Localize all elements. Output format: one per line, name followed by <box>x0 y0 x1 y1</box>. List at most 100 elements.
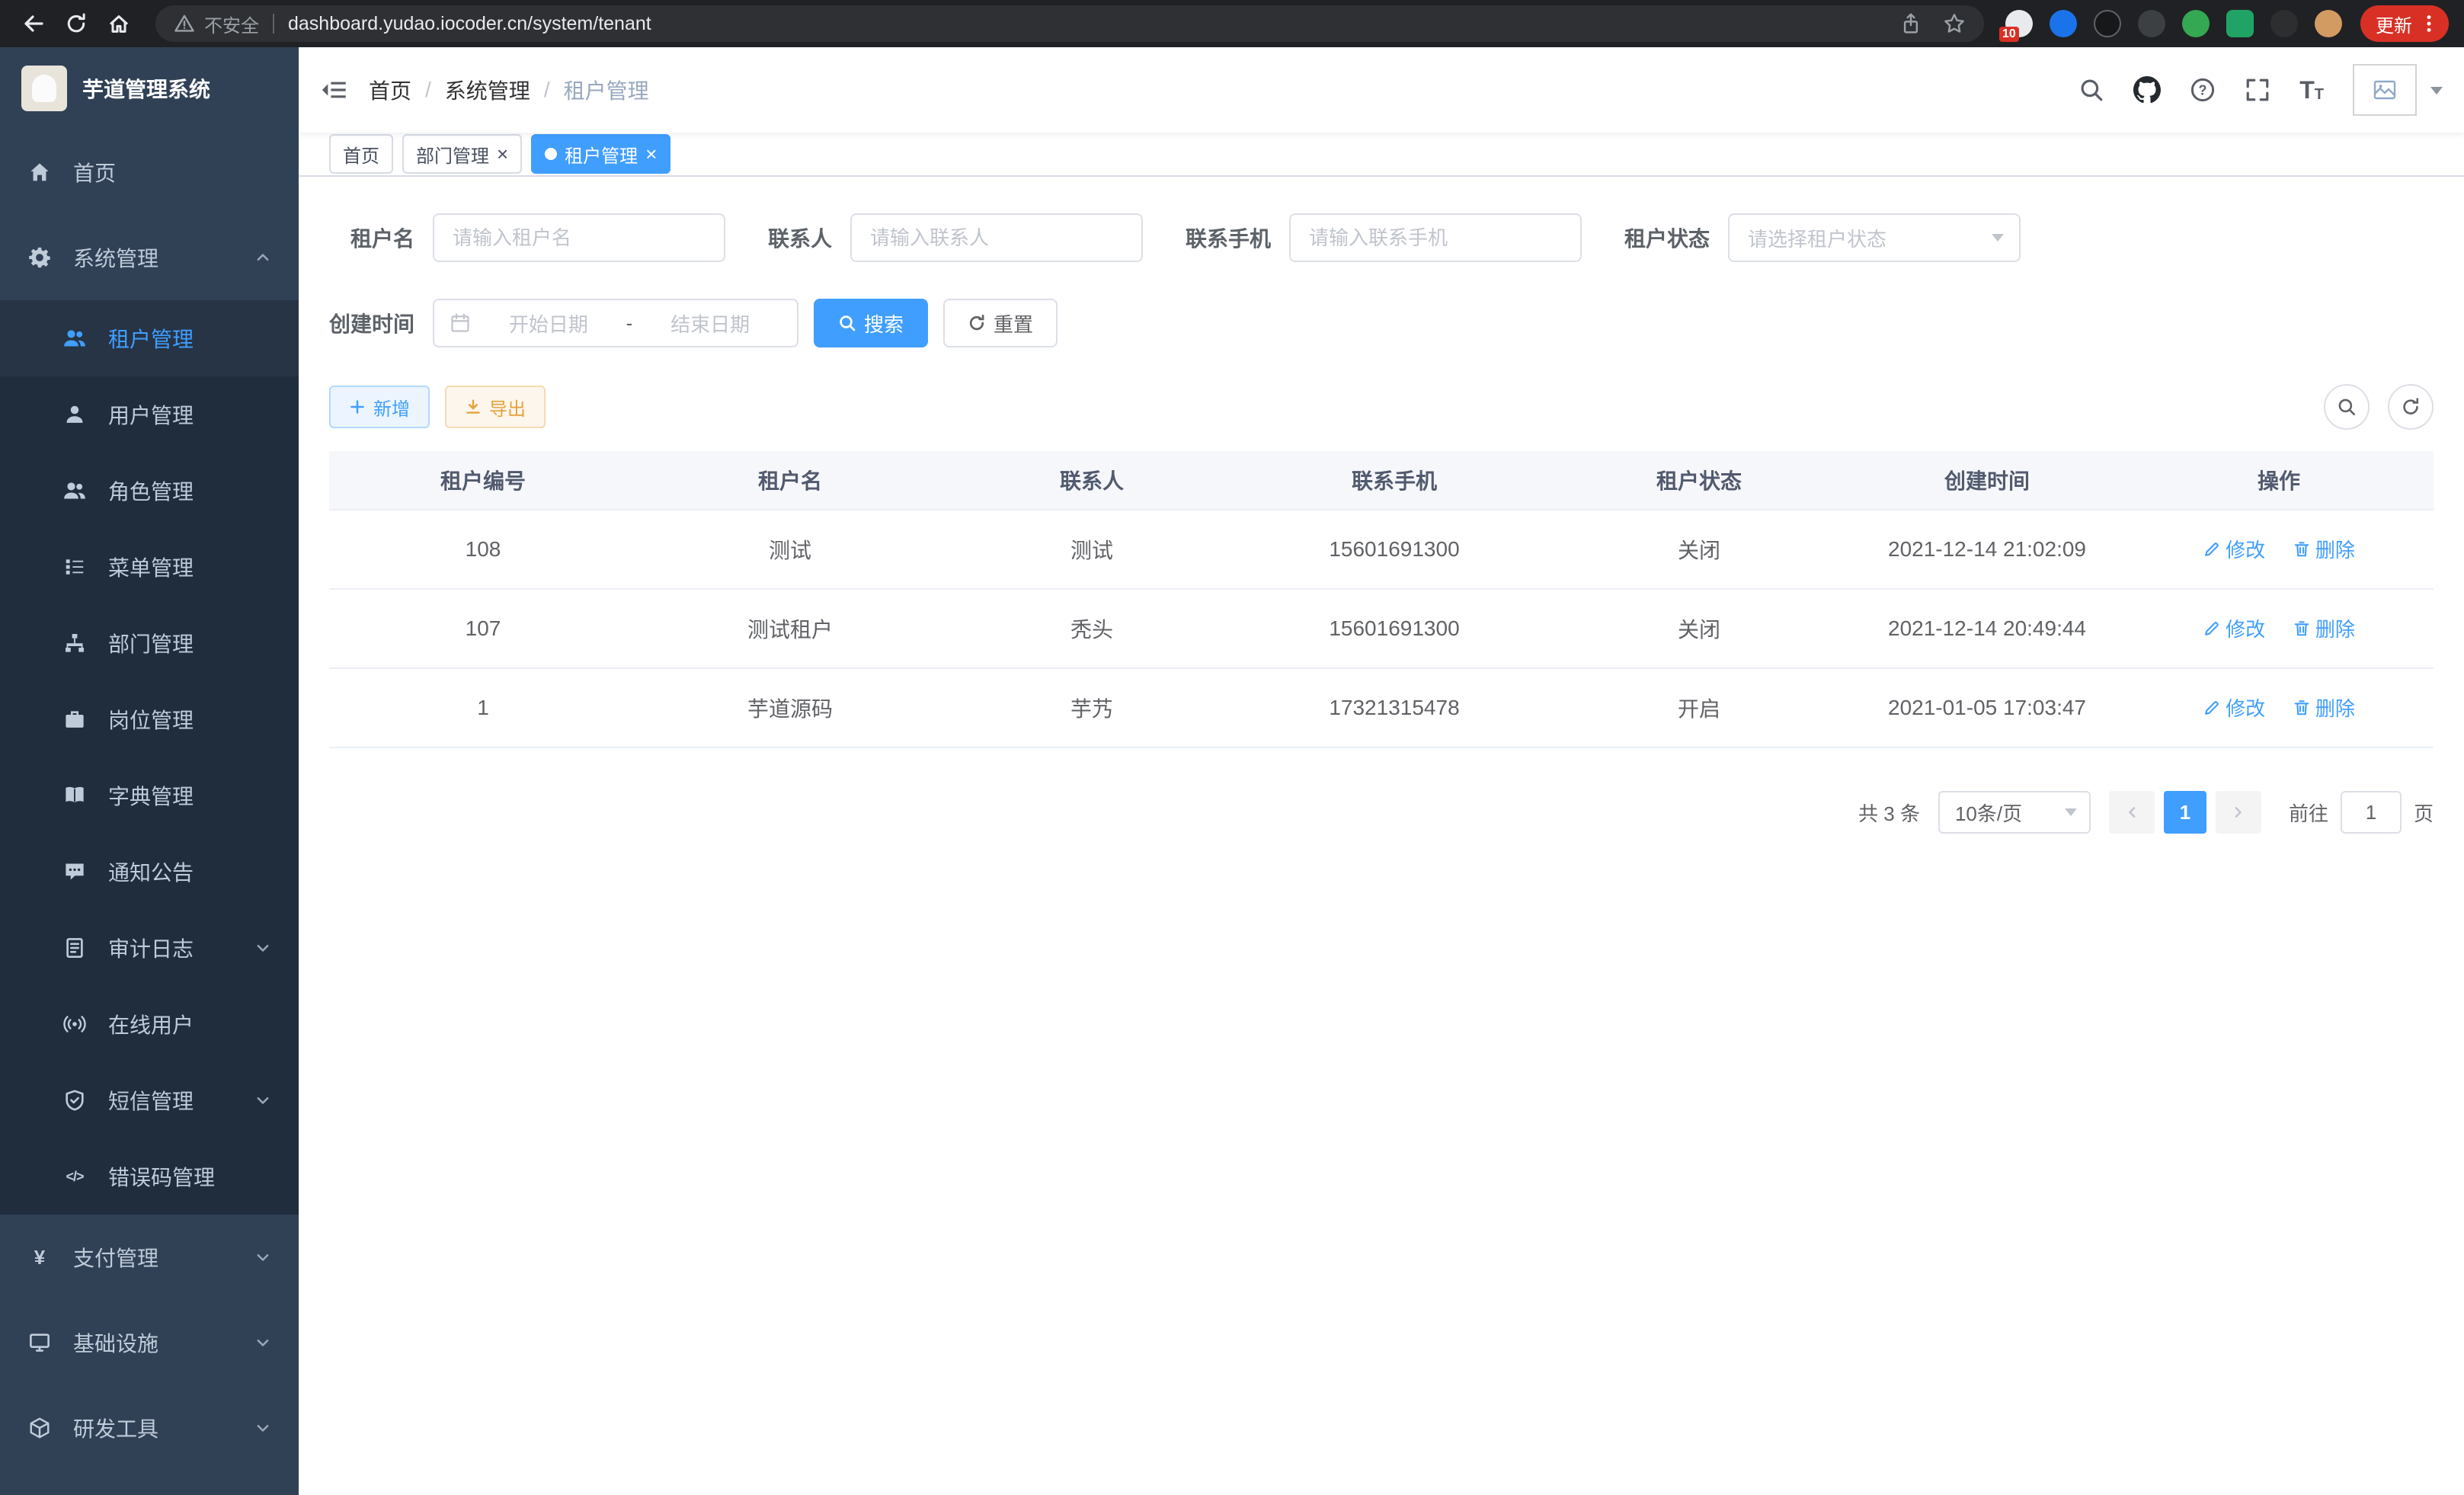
pager: 1 <box>2109 791 2261 834</box>
sidebar-item-label: 部门管理 <box>108 628 194 658</box>
page-size-select[interactable]: 10条/页 <box>1938 791 2091 834</box>
filter-status: 租户状态 请选择租户状态 <box>1624 213 2021 262</box>
date-range-picker[interactable]: 开始日期 - 结束日期 <box>433 299 798 347</box>
trash-icon <box>2293 699 2311 717</box>
breadcrumb-system[interactable]: 系统管理 <box>445 75 530 105</box>
select-placeholder: 请选择租户状态 <box>1748 224 1886 252</box>
user-avatar[interactable] <box>2353 64 2417 116</box>
github-icon[interactable] <box>2133 76 2161 104</box>
status-select[interactable]: 请选择租户状态 <box>1728 213 2021 262</box>
sidebar-item-label: 支付管理 <box>73 1242 158 1273</box>
active-dot <box>545 148 557 160</box>
page-unit-label: 页 <box>2414 799 2434 827</box>
edit-button[interactable]: 修改 <box>2203 693 2265 722</box>
export-button[interactable]: 导出 <box>445 386 546 428</box>
tab-department[interactable]: 部门管理 × <box>402 134 522 174</box>
browser-menu-icon[interactable] <box>2418 13 2440 34</box>
sidebar-item-notices[interactable]: 通知公告 <box>0 834 299 910</box>
close-icon[interactable]: × <box>645 144 657 164</box>
online-signal-icon <box>62 1012 87 1036</box>
table-header-row: 租户编号 租户名 联系人 联系手机 租户状态 创建时间 操作 <box>329 451 2434 510</box>
sidebar-item-label: 首页 <box>73 157 116 187</box>
extension-icon-5[interactable] <box>2182 10 2210 37</box>
share-icon[interactable] <box>1900 13 1922 34</box>
refresh-icon <box>968 314 986 332</box>
reset-button[interactable]: 重置 <box>943 299 1058 347</box>
cell-actions: 修改 删除 <box>2124 510 2434 589</box>
monitor-icon <box>27 1330 52 1355</box>
sidebar-item-online-users[interactable]: 在线用户 <box>0 986 299 1062</box>
chevron-right-icon <box>2231 805 2246 820</box>
extension-icon-1[interactable]: 10 <box>2005 10 2033 37</box>
sidebar-item-home[interactable]: 首页 <box>0 130 299 215</box>
edit-button[interactable]: 修改 <box>2203 535 2265 563</box>
sidebar-item-sms[interactable]: 短信管理 <box>0 1062 299 1138</box>
goto-page-input[interactable] <box>2341 791 2402 834</box>
edit-button[interactable]: 修改 <box>2203 614 2265 642</box>
sidebar-item-system[interactable]: 系统管理 <box>0 215 299 300</box>
sidebar-item-dev-tools[interactable]: 研发工具 <box>0 1385 299 1471</box>
extension-icon-7[interactable] <box>2270 10 2298 37</box>
toggle-search-button[interactable] <box>2324 384 2370 430</box>
goto-label: 前往 <box>2289 799 2328 827</box>
add-button[interactable]: 新增 <box>329 386 430 428</box>
shield-icon <box>62 1088 87 1112</box>
search-icon <box>838 314 856 332</box>
bookmark-star-icon[interactable] <box>1943 12 1966 35</box>
extension-icon-3[interactable] <box>2094 10 2121 37</box>
search-icon[interactable] <box>2078 77 2104 103</box>
sidebar-item-menus[interactable]: 菜单管理 <box>0 529 299 605</box>
app-logo[interactable]: 芋道管理系统 <box>0 47 299 130</box>
search-button[interactable]: 搜索 <box>814 299 928 347</box>
url-bar[interactable]: 不安全 dashboard.yudao.iocoder.cn/system/te… <box>155 5 1984 42</box>
sidebar-item-tenant[interactable]: 租户管理 <box>0 300 299 376</box>
delete-button[interactable]: 删除 <box>2293 614 2355 642</box>
sidebar-item-departments[interactable]: 部门管理 <box>0 605 299 681</box>
broken-image-icon <box>2371 78 2398 102</box>
breadcrumb-home[interactable]: 首页 <box>369 75 411 105</box>
sidebar-fold-icon[interactable] <box>299 76 369 104</box>
chevron-down-icon <box>254 1092 271 1109</box>
prev-page-button[interactable] <box>2109 791 2155 834</box>
refresh-table-button[interactable] <box>2388 384 2434 430</box>
cell-status: 开启 <box>1548 668 1850 748</box>
browser-home-icon[interactable] <box>101 5 137 42</box>
update-button[interactable]: 更新 <box>2360 5 2449 42</box>
phone-input[interactable] <box>1289 213 1582 262</box>
tab-home[interactable]: 首页 <box>329 134 393 174</box>
menu-list-icon <box>62 555 87 579</box>
font-size-icon[interactable]: TT <box>2299 78 2324 102</box>
contact-input[interactable] <box>850 213 1143 262</box>
profile-avatar-icon[interactable] <box>2315 10 2342 37</box>
edit-icon <box>2203 540 2221 559</box>
sidebar-item-label: 基础设施 <box>73 1327 158 1358</box>
sidebar-item-payment[interactable]: ¥ 支付管理 <box>0 1215 299 1300</box>
cell-id: 1 <box>329 668 637 748</box>
sidebar-item-error-codes[interactable]: </> 错误码管理 <box>0 1138 299 1215</box>
delete-button[interactable]: 删除 <box>2293 535 2355 563</box>
extension-icon-6[interactable] <box>2226 10 2254 37</box>
avatar-caret-icon[interactable] <box>2430 87 2443 94</box>
delete-button[interactable]: 删除 <box>2293 693 2355 722</box>
cell-name: 测试租户 <box>637 589 943 668</box>
sidebar-item-users[interactable]: 用户管理 <box>0 376 299 453</box>
current-page-button[interactable]: 1 <box>2164 791 2206 834</box>
fullscreen-icon[interactable] <box>2245 77 2270 103</box>
tab-tenant[interactable]: 租户管理 × <box>531 134 670 174</box>
close-icon[interactable]: × <box>497 144 508 164</box>
sidebar-item-dictionary[interactable]: 字典管理 <box>0 757 299 834</box>
tenant-name-input[interactable] <box>433 213 725 262</box>
extension-icon-4[interactable] <box>2138 10 2165 37</box>
sidebar-item-audit-log[interactable]: 审计日志 <box>0 910 299 986</box>
sidebar-item-roles[interactable]: 角色管理 <box>0 453 299 529</box>
field-label: 创建时间 <box>329 308 414 338</box>
sidebar-item-posts[interactable]: 岗位管理 <box>0 681 299 757</box>
help-icon[interactable]: ? <box>2190 77 2216 103</box>
next-page-button[interactable] <box>2216 791 2261 834</box>
browser-refresh-icon[interactable] <box>58 5 94 42</box>
tab-label: 部门管理 <box>416 141 489 168</box>
extension-icon-2[interactable] <box>2050 10 2077 37</box>
cell-created: 2021-12-14 20:49:44 <box>1850 589 2124 668</box>
browser-back-icon[interactable] <box>15 5 52 42</box>
sidebar-item-infrastructure[interactable]: 基础设施 <box>0 1300 299 1385</box>
